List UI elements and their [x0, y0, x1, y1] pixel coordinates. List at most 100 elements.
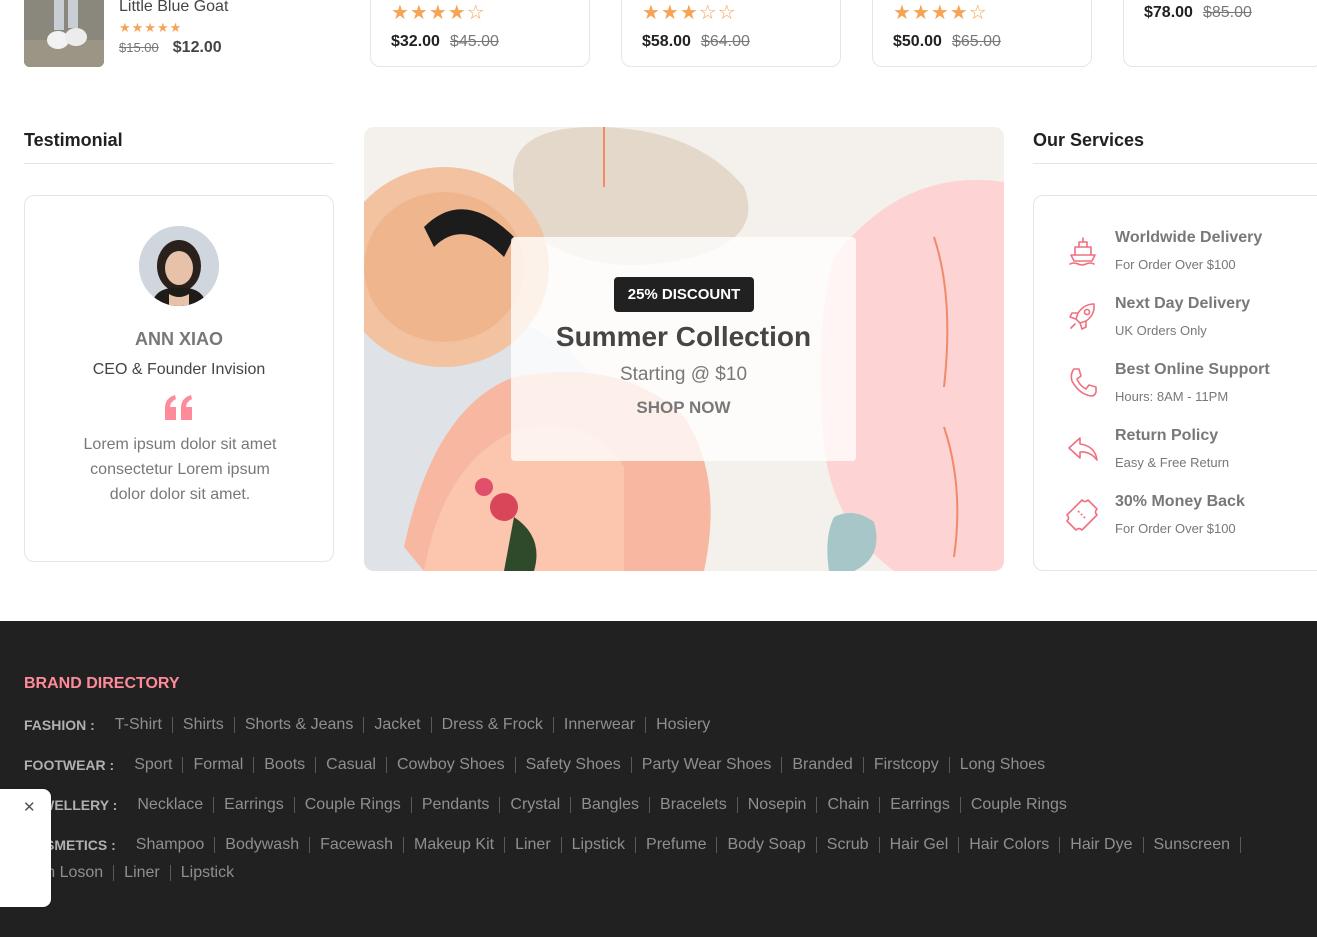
directory-link[interactable]: Lipstick — [181, 864, 234, 882]
directory-link[interactable]: Party Wear Shoes — [642, 756, 772, 774]
directory-link[interactable]: T-Shirt — [115, 716, 162, 734]
product-thumbnail[interactable] — [24, 0, 104, 67]
quote-icon — [163, 394, 195, 422]
directory-row: Skin Loson Liner Lipstick — [24, 862, 234, 884]
notification-popup: ✕ — [0, 789, 51, 907]
directory-link[interactable]: Earrings — [890, 796, 950, 814]
rating-stars: ★★★★★ — [119, 20, 183, 35]
directory-link[interactable]: Scrub — [827, 836, 869, 854]
service-title: Return Policy — [1115, 427, 1219, 444]
divider — [214, 837, 216, 853]
old-price: $45.00 — [449, 33, 499, 50]
divider — [862, 757, 864, 773]
directory-link[interactable]: Liner — [515, 836, 551, 854]
directory-link[interactable]: Liner — [124, 864, 160, 882]
service-subtitle: For Order Over $100 — [1115, 521, 1236, 536]
directory-link[interactable]: Bodywash — [225, 836, 299, 854]
product-card[interactable]: ★★★☆☆ $58.00 $64.00 — [621, 0, 841, 67]
divider — [736, 797, 738, 813]
service-subtitle: Hours: 8AM - 11PM — [1115, 389, 1229, 404]
divider — [309, 837, 311, 853]
divider — [182, 757, 184, 773]
summer-collection-banner[interactable]: 25% DISCOUNT Summer Collection Starting … — [364, 127, 1004, 571]
directory-link[interactable]: Sunscreen — [1154, 836, 1231, 854]
directory-link[interactable]: Hosiery — [656, 716, 710, 734]
directory-link[interactable]: Shirts — [183, 716, 224, 734]
divider — [1240, 837, 1241, 853]
product-card[interactable]: ★★★★☆ $50.00 $65.00 — [872, 0, 1092, 67]
directory-link[interactable]: Earrings — [224, 796, 284, 814]
service-title: Worldwide Delivery — [1115, 229, 1263, 246]
directory-link[interactable]: Makeup Kit — [414, 836, 494, 854]
directory-row: COSMETICS : Shampoo Bodywash Facewash Makeup… — [24, 834, 1251, 856]
divider — [552, 717, 554, 733]
divider — [959, 797, 961, 813]
ship-icon — [1069, 237, 1096, 266]
divider — [293, 797, 295, 813]
service-item-return-policy[interactable]: Return Policy Easy & Free Return — [1066, 427, 1317, 483]
mini-product-card[interactable]: Little Blue Goat ★★★★★ $15.00 $12.00 — [24, 0, 344, 67]
directory-link[interactable]: Necklace — [137, 796, 203, 814]
new-price: $12.00 — [172, 39, 222, 56]
directory-link[interactable]: Body Soap — [727, 836, 805, 854]
discount-badge: 25% DISCOUNT — [614, 277, 754, 312]
divider — [213, 797, 215, 813]
brand-directory-title: BRAND DIRECTORY — [24, 675, 180, 692]
directory-link[interactable]: Bracelets — [660, 796, 727, 814]
directory-link[interactable]: Pendants — [422, 796, 490, 814]
directory-link[interactable]: Formal — [193, 756, 243, 774]
directory-link[interactable]: Boots — [264, 756, 305, 774]
divider — [430, 717, 432, 733]
directory-link[interactable]: Branded — [792, 756, 853, 774]
divider — [879, 797, 881, 813]
new-price: $58.00 — [642, 33, 691, 50]
service-subtitle: For Order Over $100 — [1115, 257, 1236, 272]
directory-link[interactable]: Shorts & Jeans — [245, 716, 354, 734]
directory-link[interactable]: Hair Dye — [1070, 836, 1132, 854]
product-card[interactable]: $78.00 $85.00 — [1123, 0, 1317, 67]
product-title[interactable]: Little Blue Goat — [119, 0, 228, 16]
directory-link[interactable]: Lipstick — [572, 836, 625, 854]
directory-link[interactable]: Cowboy Shoes — [397, 756, 505, 774]
directory-link[interactable]: Long Shoes — [960, 756, 1045, 774]
directory-link[interactable]: Chain — [827, 796, 869, 814]
divider — [315, 757, 317, 773]
directory-link[interactable]: Prefume — [646, 836, 706, 854]
directory-link[interactable]: Safety Shoes — [526, 756, 621, 774]
service-item-worldwide-delivery[interactable]: Worldwide Delivery For Order Over $100 — [1066, 229, 1317, 285]
directory-link[interactable]: Hair Gel — [890, 836, 949, 854]
directory-link[interactable]: Nosepin — [748, 796, 807, 814]
directory-link[interactable]: Couple Rings — [305, 796, 401, 814]
service-item-money-back[interactable]: 30% Money Back For Order Over $100 — [1066, 493, 1317, 549]
rocket-icon — [1069, 303, 1095, 330]
services-heading: Our Services — [1033, 130, 1317, 164]
shop-now-button[interactable]: SHOP NOW — [511, 398, 856, 418]
divider — [878, 837, 880, 853]
service-title: Best Online Support — [1115, 361, 1270, 378]
directory-link[interactable]: Firstcopy — [874, 756, 939, 774]
service-item-online-support[interactable]: Best Online Support Hours: 8AM - 11PM — [1066, 361, 1317, 417]
product-card[interactable]: ★★★★☆ $32.00 $45.00 — [370, 0, 590, 67]
divider — [948, 757, 950, 773]
service-item-next-day-delivery[interactable]: Next Day Delivery UK Orders Only — [1066, 295, 1317, 351]
divider — [958, 837, 960, 853]
directory-link[interactable]: Jacket — [374, 716, 420, 734]
banner-content: 25% DISCOUNT Summer Collection Starting … — [511, 237, 856, 461]
testimonial-name: ANN XIAO — [134, 329, 223, 349]
directory-link[interactable]: Casual — [326, 756, 376, 774]
divider — [504, 837, 506, 853]
directory-link[interactable]: Shampoo — [136, 836, 205, 854]
directory-link[interactable]: Innerwear — [564, 716, 635, 734]
divider — [514, 757, 516, 773]
directory-link[interactable]: Sport — [134, 756, 172, 774]
directory-link[interactable]: Hair Colors — [969, 836, 1049, 854]
directory-link[interactable]: Facewash — [320, 836, 393, 854]
close-icon[interactable]: ✕ — [23, 800, 36, 815]
ticket-icon — [1066, 499, 1098, 531]
testimonial-text: Lorem ipsum dolor sit amet consectetur L… — [83, 436, 277, 503]
directory-link[interactable]: Dress & Frock — [442, 716, 543, 734]
directory-link[interactable]: Crystal — [510, 796, 560, 814]
directory-category-label: FASHION : — [24, 717, 95, 733]
directory-link[interactable]: Bangles — [581, 796, 639, 814]
directory-link[interactable]: Couple Rings — [971, 796, 1067, 814]
